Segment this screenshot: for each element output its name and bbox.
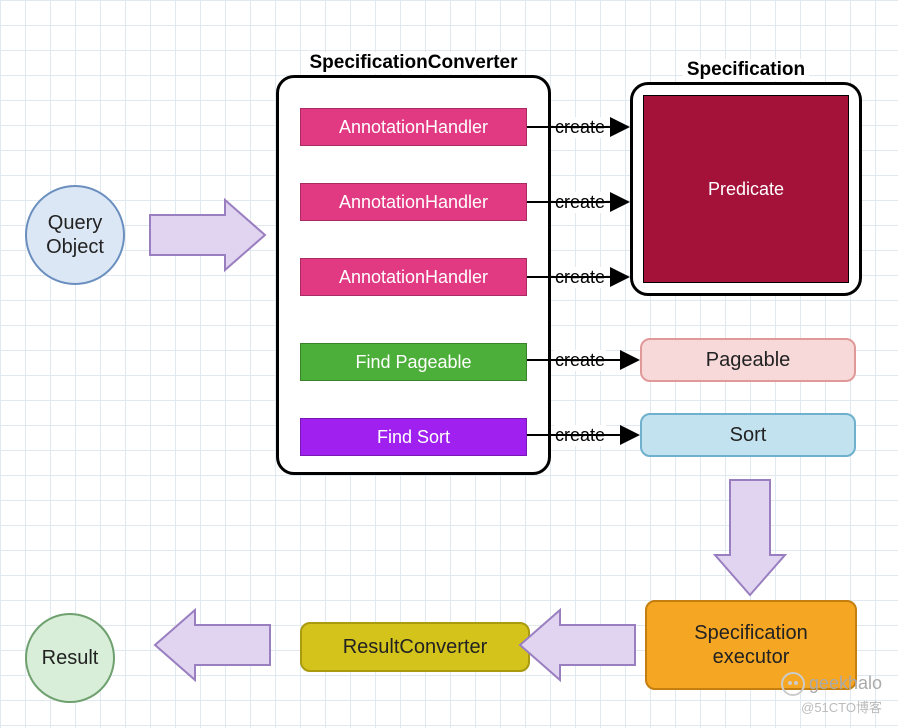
arrow-resultconv-to-result [155, 610, 270, 680]
find-pageable-box: Find Pageable [300, 343, 527, 381]
wechat-icon [781, 672, 805, 696]
query-object-label: Query Object [46, 211, 104, 259]
arrow-executor-to-resultconv [520, 610, 635, 680]
predicate-box: Predicate [643, 95, 849, 283]
annotation-handler-2: AnnotationHandler [300, 183, 527, 221]
annotation-handler-2-label: AnnotationHandler [339, 192, 488, 213]
annotation-handler-3-label: AnnotationHandler [339, 267, 488, 288]
find-sort-box: Find Sort [300, 418, 527, 456]
sort-box: Sort [640, 413, 856, 457]
find-sort-label: Find Sort [377, 427, 450, 448]
sort-label: Sort [730, 423, 767, 447]
annotation-handler-3: AnnotationHandler [300, 258, 527, 296]
specification-converter-title: SpecificationConverter [306, 52, 522, 74]
pageable-label: Pageable [706, 348, 791, 372]
edge-label-create-4: create [554, 350, 606, 371]
result-label: Result [42, 646, 99, 670]
watermark-name: geekhalo [809, 673, 882, 693]
arrow-query-to-converter [150, 200, 265, 270]
annotation-handler-1-label: AnnotationHandler [339, 117, 488, 138]
specification-executor-label: Specification executor [694, 621, 807, 669]
watermark: geekhalo @51CTO博客 [781, 672, 882, 718]
result-node: Result [25, 613, 115, 703]
edge-label-create-2: create [554, 192, 606, 213]
watermark-sub: @51CTO博客 [801, 700, 882, 715]
pageable-box: Pageable [640, 338, 856, 382]
specification-container: Specification Predicate [630, 82, 862, 296]
edge-label-create-1: create [554, 117, 606, 138]
edge-label-create-5: create [554, 425, 606, 446]
annotation-handler-1: AnnotationHandler [300, 108, 527, 146]
edge-label-create-3: create [554, 267, 606, 288]
predicate-label: Predicate [708, 179, 784, 200]
result-converter-box: ResultConverter [300, 622, 530, 672]
query-object-node: Query Object [25, 185, 125, 285]
specification-title: Specification [683, 59, 809, 81]
result-converter-label: ResultConverter [343, 635, 488, 659]
arrow-sort-to-executor [715, 480, 785, 595]
find-pageable-label: Find Pageable [355, 352, 471, 373]
